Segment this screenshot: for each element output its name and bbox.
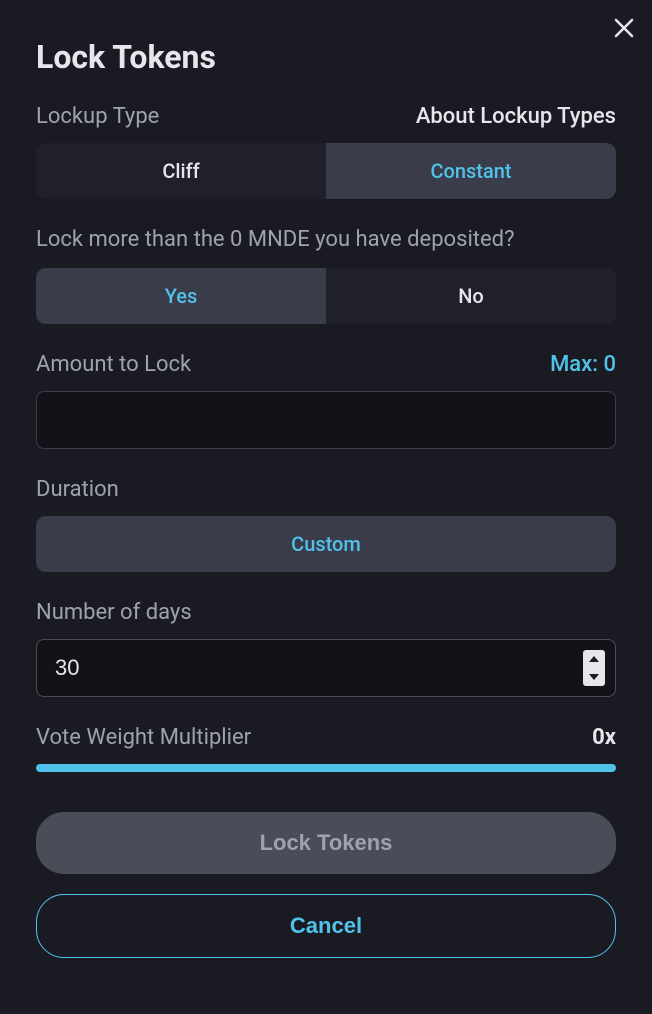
days-input-wrap xyxy=(36,639,616,697)
lock-more-yes[interactable]: Yes xyxy=(36,268,326,324)
lock-more-question: Lock more than the 0 MNDE you have depos… xyxy=(36,227,616,252)
lock-more-no[interactable]: No xyxy=(326,268,616,324)
multiplier-label: Vote Weight Multiplier xyxy=(36,725,251,750)
chevron-up-icon xyxy=(589,656,599,662)
lockup-type-segment: Cliff Constant xyxy=(36,143,616,199)
days-stepper xyxy=(583,650,605,686)
amount-input[interactable] xyxy=(36,391,616,449)
lockup-type-label: Lockup Type xyxy=(36,104,159,129)
amount-label: Amount to Lock xyxy=(36,352,191,377)
modal-title: Lock Tokens xyxy=(36,38,616,76)
lockup-type-constant[interactable]: Constant xyxy=(326,143,616,199)
chevron-down-icon xyxy=(589,674,599,680)
days-step-down[interactable] xyxy=(583,668,605,686)
close-button[interactable] xyxy=(610,14,638,42)
multiplier-value: 0x xyxy=(592,725,616,750)
multiplier-progress xyxy=(36,764,616,772)
close-icon xyxy=(614,18,634,38)
duration-label: Duration xyxy=(36,477,616,502)
lockup-type-cliff[interactable]: Cliff xyxy=(36,143,326,199)
cancel-button[interactable]: Cancel xyxy=(36,894,616,958)
days-step-up[interactable] xyxy=(583,650,605,668)
days-label: Number of days xyxy=(36,600,616,625)
lock-more-segment: Yes No xyxy=(36,268,616,324)
amount-max[interactable]: Max: 0 xyxy=(550,352,616,377)
about-lockup-link[interactable]: About Lockup Types xyxy=(416,104,616,129)
lock-tokens-button[interactable]: Lock Tokens xyxy=(36,812,616,874)
duration-custom[interactable]: Custom xyxy=(36,516,616,572)
days-input[interactable] xyxy=(55,655,583,681)
